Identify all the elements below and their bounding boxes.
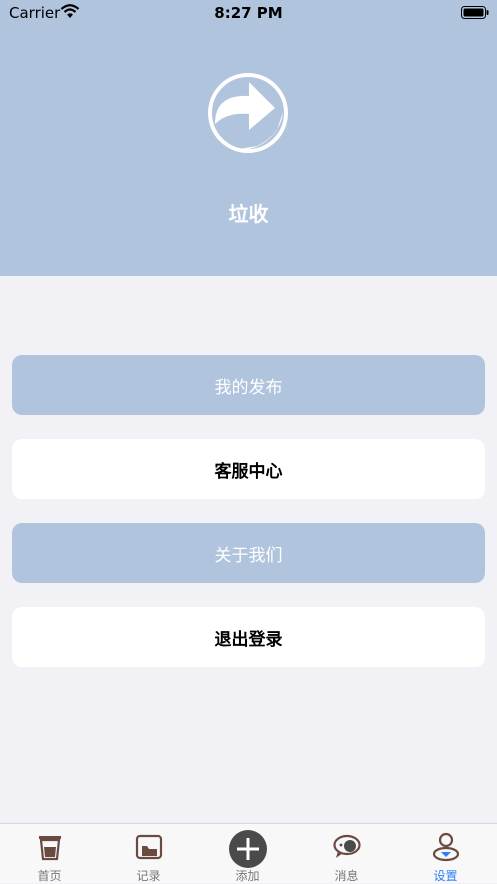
- tab-records-label: 记录: [136, 869, 161, 883]
- logout-button[interactable]: 退出登录: [12, 607, 485, 667]
- tab-records[interactable]: 记录: [99, 824, 198, 884]
- plus-circle-icon: [229, 830, 267, 868]
- tab-home-label: 首页: [37, 869, 62, 883]
- my-posts-button[interactable]: 我的发布: [12, 355, 485, 415]
- chat-bubble-icon: [333, 834, 361, 858]
- profile-header: Carrier 8:27 PM 垃收: [0, 0, 497, 276]
- folder-icon: [135, 834, 163, 860]
- tab-messages-label: 消息: [334, 869, 359, 883]
- trash-can-icon: [39, 836, 61, 861]
- about-us-button[interactable]: 关于我们: [12, 523, 485, 583]
- tab-settings[interactable]: 设置: [396, 824, 495, 884]
- status-bar: Carrier 8:27 PM: [0, 0, 497, 26]
- status-time: 8:27 PM: [214, 4, 283, 22]
- tab-settings-label: 设置: [433, 869, 458, 883]
- recycle-arrow-icon: [208, 73, 288, 153]
- tab-add[interactable]: 添加: [198, 824, 297, 884]
- tab-messages[interactable]: 消息: [297, 824, 396, 884]
- tab-add-label: 添加: [235, 869, 260, 883]
- customer-service-button[interactable]: 客服中心: [12, 439, 485, 499]
- battery-icon: [461, 6, 489, 19]
- app-title: 垃收: [228, 202, 269, 226]
- tab-bar: 首页 记录 添加 消息 设置: [0, 823, 497, 883]
- tab-home[interactable]: 首页: [0, 824, 99, 884]
- user-icon: [432, 832, 460, 862]
